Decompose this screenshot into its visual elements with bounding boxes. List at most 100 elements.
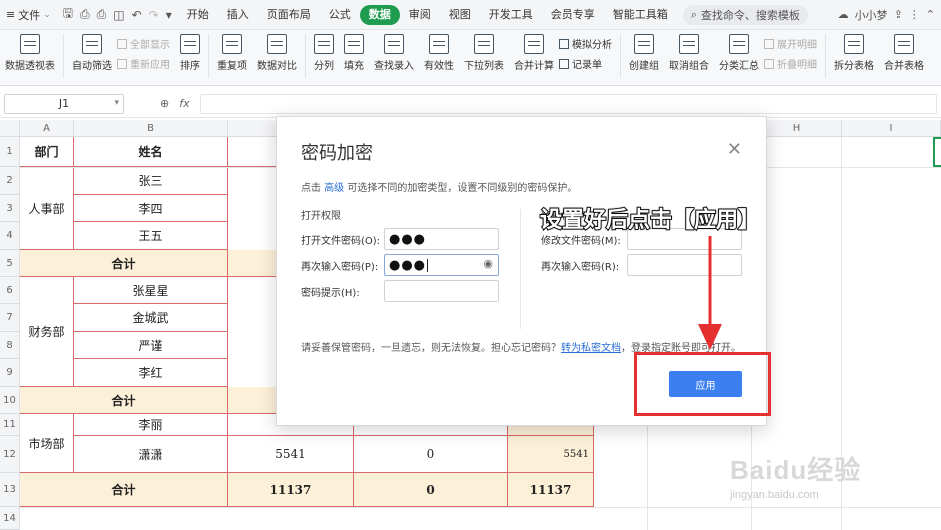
eye-icon[interactable]: ◉ bbox=[483, 257, 494, 270]
fx-icon[interactable]: fx bbox=[179, 97, 189, 110]
cell-b4-name[interactable]: 王五 bbox=[74, 222, 228, 250]
hint-input[interactable] bbox=[384, 280, 499, 302]
formula-input[interactable] bbox=[199, 93, 937, 114]
consolidate-button[interactable]: 合并计算 bbox=[509, 34, 559, 72]
advanced-link[interactable]: 高级 bbox=[324, 183, 344, 194]
cell-b8-name[interactable]: 严谨 bbox=[74, 332, 228, 359]
print-icon[interactable]: ⎙ bbox=[97, 7, 107, 22]
auto-filter-button[interactable]: 自动筛选 bbox=[67, 34, 117, 72]
dropdown-list-button[interactable]: 下拉列表 bbox=[459, 34, 509, 72]
lookup-entry-button[interactable]: 查找录入 bbox=[369, 34, 419, 72]
corner-header[interactable] bbox=[0, 120, 20, 137]
collapse-detail-button[interactable]: 折叠明细 bbox=[764, 56, 817, 71]
merge-table-button[interactable]: 合并表格 bbox=[879, 34, 929, 72]
data-compare-button[interactable]: 数据对比 bbox=[252, 34, 302, 72]
tab-view[interactable]: 视图 bbox=[440, 5, 480, 25]
private-doc-link[interactable]: 转为私密文档 bbox=[561, 343, 621, 354]
tab-home[interactable]: 开始 bbox=[178, 5, 218, 25]
tab-page-layout[interactable]: 页面布局 bbox=[258, 5, 320, 25]
duplicates-button[interactable]: 重复项 bbox=[212, 34, 252, 72]
cell-b11-name[interactable]: 李丽 bbox=[74, 414, 228, 436]
what-if-button[interactable]: 模拟分析 bbox=[559, 36, 612, 51]
cell-a6-dept-fin[interactable]: 财务部 bbox=[20, 277, 74, 387]
cell-b6-name[interactable]: 张星星 bbox=[74, 277, 228, 304]
ungroup-button[interactable]: 取消组合 bbox=[664, 34, 714, 72]
cell-c13-value[interactable]: 11137 bbox=[228, 473, 354, 507]
tab-review[interactable]: 审阅 bbox=[400, 5, 440, 25]
tab-member[interactable]: 会员专享 bbox=[542, 5, 604, 25]
cell-row5-total[interactable]: 合计 bbox=[20, 250, 228, 277]
subtotal-button[interactable]: 分类汇总 bbox=[714, 34, 764, 72]
cell-a1-dept-header[interactable]: 部门 bbox=[20, 137, 74, 167]
preview-icon[interactable]: ◫ bbox=[113, 8, 124, 22]
open-password-input[interactable]: ●●● bbox=[384, 228, 499, 250]
column-header-i[interactable]: I bbox=[842, 120, 941, 137]
save-icon[interactable]: 🖫 bbox=[63, 4, 73, 25]
tab-developer[interactable]: 开发工具 bbox=[480, 5, 542, 25]
row-header-3[interactable]: 3 bbox=[0, 195, 20, 222]
cell-c12-value[interactable]: 5541 bbox=[228, 436, 354, 473]
cell-b1-name-header[interactable]: 姓名 bbox=[74, 137, 228, 167]
row-header-8[interactable]: 8 bbox=[0, 332, 20, 359]
cell-a11-dept-mkt[interactable]: 市场部 bbox=[20, 414, 74, 473]
cell-d13-value[interactable]: 0 bbox=[354, 473, 508, 507]
row-header-4[interactable]: 4 bbox=[0, 222, 20, 250]
undo-icon[interactable]: ↶ bbox=[132, 8, 142, 22]
row-header-1[interactable]: 1 bbox=[0, 137, 20, 167]
cell-b2-name[interactable]: 张三 bbox=[74, 167, 228, 195]
name-box[interactable]: J1 ▾ bbox=[4, 93, 124, 114]
tab-formulas[interactable]: 公式 bbox=[320, 5, 360, 25]
show-all-button[interactable]: 全部显示 bbox=[117, 36, 170, 51]
tab-smart-tools[interactable]: 智能工具箱 bbox=[604, 5, 677, 25]
column-header-a[interactable]: A bbox=[20, 120, 74, 137]
sort-button[interactable]: 排序 bbox=[175, 34, 205, 72]
record-form-button[interactable]: 记录单 bbox=[559, 56, 612, 71]
user-name[interactable]: 小小梦 bbox=[855, 7, 888, 23]
row-header-10[interactable]: 10 bbox=[0, 387, 20, 414]
row-header-11[interactable]: 11 bbox=[0, 414, 20, 436]
row-header-13[interactable]: 13 bbox=[0, 473, 20, 507]
more-icon[interactable]: ▾ bbox=[166, 8, 172, 22]
cell-row10-total[interactable]: 合计 bbox=[20, 387, 228, 414]
pivot-table-button[interactable]: 数据透视表 bbox=[0, 34, 60, 72]
file-menu[interactable]: ≡ 文件 ⌄ bbox=[0, 7, 57, 23]
split-table-button[interactable]: 拆分表格 bbox=[829, 34, 879, 72]
row-header-12[interactable]: 12 bbox=[0, 436, 20, 473]
cell-e13-value[interactable]: 11137 bbox=[508, 473, 594, 507]
cell-e12-value[interactable]: 5541 bbox=[508, 436, 594, 473]
open-confirm-input[interactable]: ●●● ◉ bbox=[384, 254, 499, 276]
expand-detail-button[interactable]: 展开明细 bbox=[764, 36, 817, 51]
tab-insert[interactable]: 插入 bbox=[218, 5, 258, 25]
column-header-b[interactable]: B bbox=[74, 120, 228, 137]
redo-icon[interactable]: ↷ bbox=[149, 8, 159, 22]
command-search[interactable]: ⌕ 查找命令、搜索模板 bbox=[682, 4, 808, 25]
row-header-14[interactable]: 14 bbox=[0, 507, 20, 530]
share-icon[interactable]: ⇪ bbox=[894, 8, 903, 21]
selected-cell-j1[interactable] bbox=[933, 137, 941, 167]
row-header-9[interactable]: 9 bbox=[0, 359, 20, 387]
text-to-columns-button[interactable]: 分列 bbox=[309, 34, 339, 72]
fill-button[interactable]: 填充 bbox=[339, 34, 369, 72]
close-icon[interactable]: ✕ bbox=[727, 139, 742, 160]
group-button[interactable]: 创建组 bbox=[624, 34, 664, 72]
reapply-button[interactable]: 重新应用 bbox=[117, 56, 170, 71]
cell-b12-name[interactable]: 潇潇 bbox=[74, 436, 228, 473]
cell-row13-total[interactable]: 合计 bbox=[20, 473, 228, 507]
row-header-2[interactable]: 2 bbox=[0, 167, 20, 195]
tab-data[interactable]: 数据 bbox=[359, 4, 400, 25]
cell-b7-name[interactable]: 金城武 bbox=[74, 304, 228, 332]
export-icon[interactable]: ⎙ bbox=[80, 7, 90, 22]
collapse-icon[interactable]: ⌃ bbox=[926, 8, 935, 21]
cell-b9-name[interactable]: 李红 bbox=[74, 359, 228, 387]
cell-d12-value[interactable]: 0 bbox=[354, 436, 508, 473]
cell-b3-name[interactable]: 李四 bbox=[74, 195, 228, 222]
row-header-6[interactable]: 6 bbox=[0, 277, 20, 304]
data-compare-icon bbox=[267, 34, 287, 54]
more-options-icon[interactable]: ⋮ bbox=[909, 8, 920, 21]
zoom-icon[interactable]: ⊕ bbox=[160, 97, 169, 110]
row-header-7[interactable]: 7 bbox=[0, 304, 20, 332]
row-header-5[interactable]: 5 bbox=[0, 250, 20, 277]
cell-a2-dept-hr[interactable]: 人事部 bbox=[20, 167, 74, 250]
cloud-icon[interactable]: ☁ bbox=[838, 8, 849, 21]
validation-button[interactable]: 有效性 bbox=[419, 34, 459, 72]
